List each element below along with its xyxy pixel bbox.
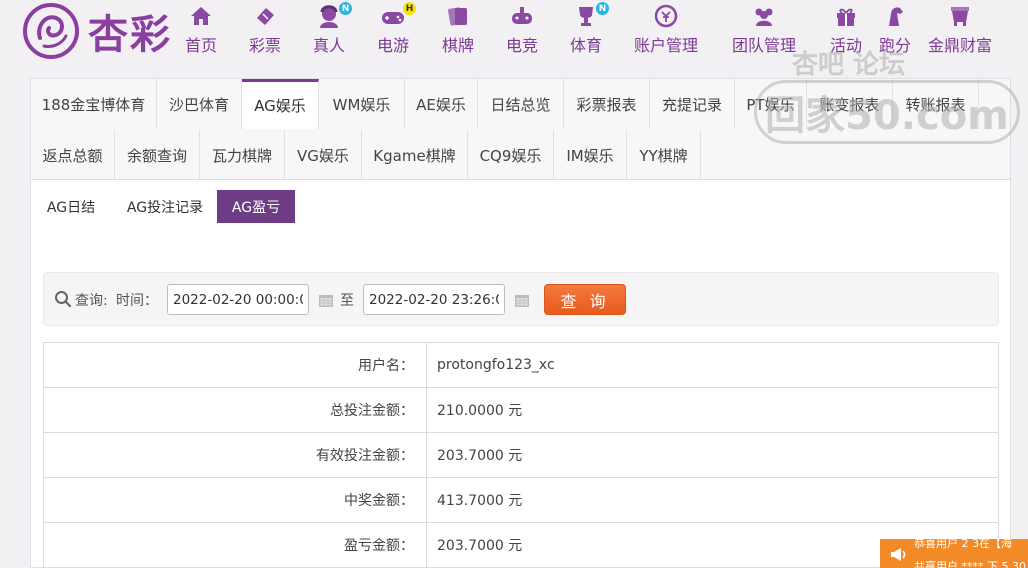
- time-label: 时间：: [116, 293, 158, 309]
- new-badge: N: [596, 2, 609, 15]
- notice-line-1: 恭喜用户 2 3在【海: [914, 539, 1012, 550]
- nav-home[interactable]: 首页: [185, 4, 217, 56]
- megaphone-icon: [891, 548, 906, 561]
- nav-live[interactable]: N 真人: [313, 2, 352, 56]
- coin-icon: [654, 4, 678, 28]
- table-row: 有效投注金额： 203.7000 元: [43, 432, 999, 478]
- row-label: 用户名：: [43, 342, 427, 388]
- row-label: 中奖金额：: [43, 477, 427, 523]
- nav-jinding-wealth[interactable]: 金鼎财富: [928, 4, 992, 56]
- tab-balance-query[interactable]: 余额查询: [115, 130, 200, 180]
- end-time-input[interactable]: [363, 284, 505, 315]
- tab-wm-casino[interactable]: WM娱乐: [319, 79, 405, 129]
- notice-line-2: 共赢用户 **** 下 5 30: [914, 560, 1026, 568]
- row-value: protongfo123_xc: [426, 342, 999, 388]
- row-label: 盈亏金额：: [43, 522, 427, 568]
- tab-wali-chess[interactable]: 瓦力棋牌: [200, 130, 285, 180]
- subtab-ag-profit[interactable]: AG盈亏: [217, 190, 295, 223]
- tab-188-sports[interactable]: 188金宝博体育: [31, 79, 157, 129]
- brand-name: 杏彩: [88, 11, 172, 58]
- tab-im-casino[interactable]: IM娱乐: [554, 130, 627, 180]
- new-badge: N: [339, 2, 352, 15]
- tab-transfer-report[interactable]: 转账报表: [893, 79, 979, 129]
- tab-ae-casino[interactable]: AE娱乐: [405, 79, 478, 129]
- to-label: 至: [340, 293, 354, 309]
- tab-lottery-report[interactable]: 彩票报表: [564, 79, 650, 129]
- start-time-input[interactable]: [167, 284, 309, 315]
- tab-account-change[interactable]: 账变报表: [807, 79, 893, 129]
- nav-paofen[interactable]: 跑分: [879, 4, 911, 56]
- calendar-icon[interactable]: [318, 292, 334, 308]
- tab-rebate-total[interactable]: 返点总额: [31, 130, 115, 180]
- table-row: 总投注金额： 210.0000 元: [43, 387, 999, 433]
- nav-slots[interactable]: H 电游: [377, 2, 416, 56]
- report-panel: 188金宝博体育 沙巴体育 AG娱乐 WM娱乐 AE娱乐 日结总览 彩票报表 充…: [30, 78, 1011, 568]
- query-label: 查询:: [75, 293, 108, 309]
- treasure-icon: [951, 7, 969, 26]
- query-button[interactable]: 查 询: [544, 284, 626, 315]
- tab-deposit-withdraw[interactable]: 充提记录: [650, 79, 735, 129]
- row-label: 有效投注金额：: [43, 432, 427, 478]
- tab-ag-casino[interactable]: AG娱乐: [242, 79, 319, 129]
- row-value: 210.0000 元: [426, 387, 999, 433]
- joystick-icon: [512, 7, 532, 24]
- horse-icon: [889, 7, 903, 26]
- gift-icon: [837, 8, 855, 26]
- nav-sports[interactable]: N 体育: [570, 2, 609, 56]
- search-icon: [55, 291, 72, 308]
- hot-badge: H: [403, 2, 416, 15]
- table-row: 用户名： protongfo123_xc: [43, 342, 999, 388]
- nav-promotions[interactable]: 活动: [830, 4, 862, 56]
- nav-account[interactable]: 账户管理: [634, 4, 698, 56]
- row-value: 203.7000 元: [426, 432, 999, 478]
- row-value: 413.7000 元: [426, 477, 999, 523]
- row-label: 总投注金额：: [43, 387, 427, 433]
- calendar-icon[interactable]: [514, 292, 530, 308]
- nav-chess[interactable]: 棋牌: [442, 4, 474, 56]
- profit-summary-table: 用户名： protongfo123_xc 总投注金额： 210.0000 元 有…: [43, 342, 999, 568]
- nav-team[interactable]: 团队管理: [732, 4, 796, 56]
- team-icon: [755, 8, 773, 26]
- nav-lottery[interactable]: 彩票: [249, 4, 281, 56]
- tab-daily-overview[interactable]: 日结总览: [478, 79, 564, 129]
- platform-tabs: 188金宝博体育 沙巴体育 AG娱乐 WM娱乐 AE娱乐 日结总览 彩票报表 充…: [31, 79, 1010, 180]
- tab-pt-casino[interactable]: PT娱乐: [735, 79, 807, 129]
- tab-kgame-chess[interactable]: Kgame棋牌: [362, 130, 468, 180]
- top-header: 杏彩 首页 彩票 N 真人 H 电游 棋牌 电竞 N 体育 账户管理 团队管理 …: [0, 0, 1028, 72]
- cards-icon: [447, 7, 467, 26]
- ticket-icon: [257, 8, 274, 25]
- tab-vg-casino[interactable]: VG娱乐: [285, 130, 362, 180]
- table-row: 中奖金额： 413.7000 元: [43, 477, 999, 523]
- query-bar: 查询: 时间： 至 查 询: [43, 272, 999, 326]
- subtab-ag-daily[interactable]: AG日结: [37, 190, 105, 223]
- winner-notice[interactable]: 恭喜用户 2 3在【海 共赢用户 **** 下 5 30: [880, 539, 1028, 568]
- logo-emblem-icon: [23, 3, 79, 59]
- tab-saba-sports[interactable]: 沙巴体育: [157, 79, 242, 129]
- brand-logo[interactable]: 杏彩: [22, 2, 182, 60]
- tab-yy-chess[interactable]: YY棋牌: [627, 130, 701, 180]
- home-icon: [191, 7, 211, 25]
- table-row: 盈亏金额： 203.7000 元: [43, 522, 999, 568]
- tab-cq9-casino[interactable]: CQ9娱乐: [468, 130, 554, 180]
- subtab-ag-bets[interactable]: AG投注记录: [115, 190, 215, 223]
- nav-esports[interactable]: 电竞: [506, 4, 538, 56]
